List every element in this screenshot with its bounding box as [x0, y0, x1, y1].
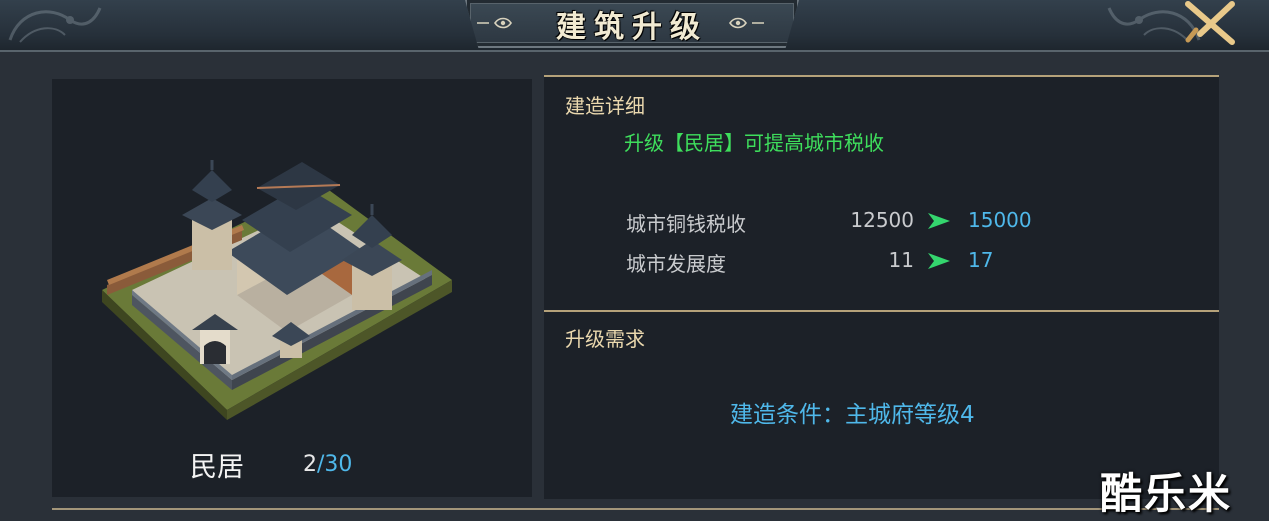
stat-current-tax: 12500 [850, 208, 914, 232]
building-name: 民居 [190, 452, 244, 483]
residence-building-image [102, 160, 452, 420]
stat-next-tax: 15000 [968, 208, 1032, 232]
level-current: 2 [303, 452, 317, 477]
building-level: 2/30 [303, 452, 352, 477]
stat-next-development: 17 [968, 248, 994, 272]
arrow-right-icon [928, 253, 950, 269]
upgrade-description: 升级【民居】可提高城市税收 [624, 131, 884, 155]
requirements-section-title: 升级需求 [565, 327, 645, 351]
watermark: 酷乐米 [1100, 469, 1233, 518]
level-max: 30 [324, 452, 353, 477]
build-condition: 建造条件：主城府等级4 [730, 402, 975, 428]
dragon-ornament-left [8, 7, 102, 43]
bottom-divider [52, 508, 1219, 510]
title-ornament-left-icon [477, 17, 512, 29]
details-section-title: 建造详细 [565, 94, 645, 118]
arrow-right-icon [928, 213, 950, 229]
stat-label-tax: 城市铜钱税收 [626, 212, 746, 236]
stat-label-development: 城市发展度 [626, 252, 726, 276]
stat-current-development: 11 [888, 248, 914, 272]
close-icon[interactable] [1180, 0, 1240, 46]
title-ornament-right-icon [729, 17, 764, 29]
